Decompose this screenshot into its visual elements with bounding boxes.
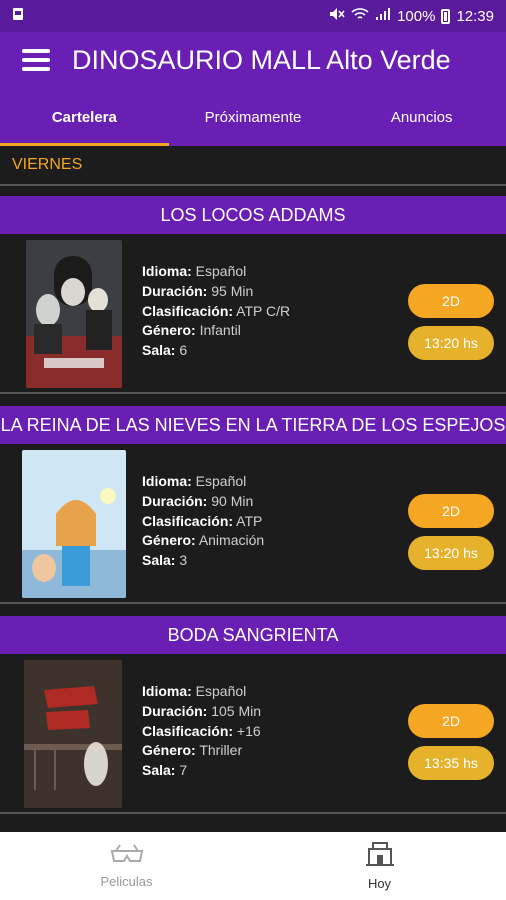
app-bar: DINOSAURIO MALL Alto Verde bbox=[0, 32, 506, 88]
mute-icon bbox=[329, 7, 345, 25]
day-header: VIERNES bbox=[0, 146, 506, 186]
movie-list: LOS LOCOS ADDAMS Idioma: Español Duració… bbox=[0, 196, 506, 826]
signal-icon bbox=[375, 7, 391, 25]
value-clasificacion: ATP C/R bbox=[236, 302, 291, 319]
label-idioma: Idioma: bbox=[142, 263, 192, 279]
3d-glasses-icon bbox=[110, 843, 144, 870]
movie-title[interactable]: LA REINA DE LAS NIEVES EN LA TIERRA DE L… bbox=[0, 406, 506, 444]
label-duracion: Duración: bbox=[142, 282, 208, 299]
movie-poster[interactable] bbox=[26, 240, 122, 388]
showtime-button[interactable]: 13:35 hs bbox=[408, 746, 494, 780]
value-idioma: Español bbox=[195, 473, 247, 489]
movie-title[interactable]: BODA SANGRIENTA bbox=[0, 616, 506, 654]
format-button[interactable]: 2D bbox=[408, 284, 494, 318]
image-notification-icon bbox=[12, 7, 24, 25]
movie-title[interactable]: LOS LOCOS ADDAMS bbox=[0, 196, 506, 234]
label-duracion: Duración: bbox=[142, 492, 208, 509]
value-sala: 6 bbox=[179, 342, 188, 359]
value-clasificacion: ATP bbox=[236, 512, 263, 529]
value-genero: Thriller bbox=[199, 742, 243, 759]
label-genero: Género: bbox=[142, 742, 196, 759]
movie-poster[interactable] bbox=[22, 450, 126, 598]
movie-details: Idioma: Español Duración: 105 Min Clasif… bbox=[0, 654, 506, 814]
format-button[interactable]: 2D bbox=[408, 494, 494, 528]
movie-poster[interactable] bbox=[24, 660, 122, 808]
movie-info: Idioma: Español Duración: 95 Min Clasifi… bbox=[142, 262, 290, 361]
tab-proximamente[interactable]: Próximamente bbox=[169, 88, 338, 146]
value-sala: 7 bbox=[179, 762, 188, 779]
nav-peliculas[interactable]: Peliculas bbox=[0, 832, 253, 900]
tab-anuncios[interactable]: Anuncios bbox=[337, 88, 506, 146]
showtime-button[interactable]: 13:20 hs bbox=[408, 326, 494, 360]
label-clasificacion: Clasificación: bbox=[142, 302, 234, 319]
nav-hoy[interactable]: Hoy bbox=[253, 832, 506, 900]
nav-hoy-label: Hoy bbox=[367, 876, 392, 891]
bottom-navigation: Peliculas Hoy bbox=[0, 832, 506, 900]
status-bar: 100% 12:39 bbox=[0, 0, 506, 32]
label-idioma: Idioma: bbox=[142, 473, 192, 489]
label-duracion: Duración: bbox=[142, 702, 208, 719]
label-clasificacion: Clasificación: bbox=[142, 512, 234, 529]
label-idioma: Idioma: bbox=[142, 683, 192, 699]
value-duracion: 95 Min bbox=[211, 282, 254, 299]
wifi-icon bbox=[351, 7, 369, 25]
battery-icon bbox=[441, 8, 451, 24]
nav-peliculas-label: Peliculas bbox=[100, 874, 153, 889]
label-genero: Género: bbox=[142, 322, 196, 339]
cinema-building-icon bbox=[365, 841, 395, 872]
value-clasificacion: +16 bbox=[236, 722, 261, 739]
label-sala: Sala: bbox=[142, 762, 176, 779]
tab-bar: Cartelera Próximamente Anuncios bbox=[0, 88, 506, 146]
label-sala: Sala: bbox=[142, 552, 176, 569]
menu-icon[interactable] bbox=[22, 49, 50, 71]
label-genero: Género: bbox=[142, 532, 196, 549]
value-genero: Animación bbox=[198, 532, 265, 549]
showtime-button[interactable]: 13:20 hs bbox=[408, 536, 494, 570]
movie-info: Idioma: Español Duración: 105 Min Clasif… bbox=[142, 682, 261, 781]
value-genero: Infantil bbox=[199, 322, 241, 339]
tab-cartelera[interactable]: Cartelera bbox=[0, 88, 169, 146]
app-title: DINOSAURIO MALL Alto Verde bbox=[72, 44, 451, 75]
movie-card: LA REINA DE LAS NIEVES EN LA TIERRA DE L… bbox=[0, 406, 506, 604]
value-duracion: 90 Min bbox=[211, 492, 254, 509]
movie-info: Idioma: Español Duración: 90 Min Clasifi… bbox=[142, 472, 264, 571]
value-duracion: 105 Min bbox=[211, 702, 262, 719]
movie-details: Idioma: Español Duración: 95 Min Clasifi… bbox=[0, 234, 506, 394]
label-clasificacion: Clasificación: bbox=[142, 722, 234, 739]
clock: 12:39 bbox=[456, 7, 494, 25]
movie-details: Idioma: Español Duración: 90 Min Clasifi… bbox=[0, 444, 506, 604]
value-idioma: Español bbox=[195, 683, 247, 699]
label-sala: Sala: bbox=[142, 342, 176, 359]
value-sala: 3 bbox=[179, 552, 188, 569]
battery-percent: 100% bbox=[397, 7, 436, 25]
movie-card: BODA SANGRIENTA Idioma: Español Duración… bbox=[0, 616, 506, 814]
movie-card: LOS LOCOS ADDAMS Idioma: Español Duració… bbox=[0, 196, 506, 394]
value-idioma: Español bbox=[195, 263, 247, 279]
format-button[interactable]: 2D bbox=[408, 704, 494, 738]
